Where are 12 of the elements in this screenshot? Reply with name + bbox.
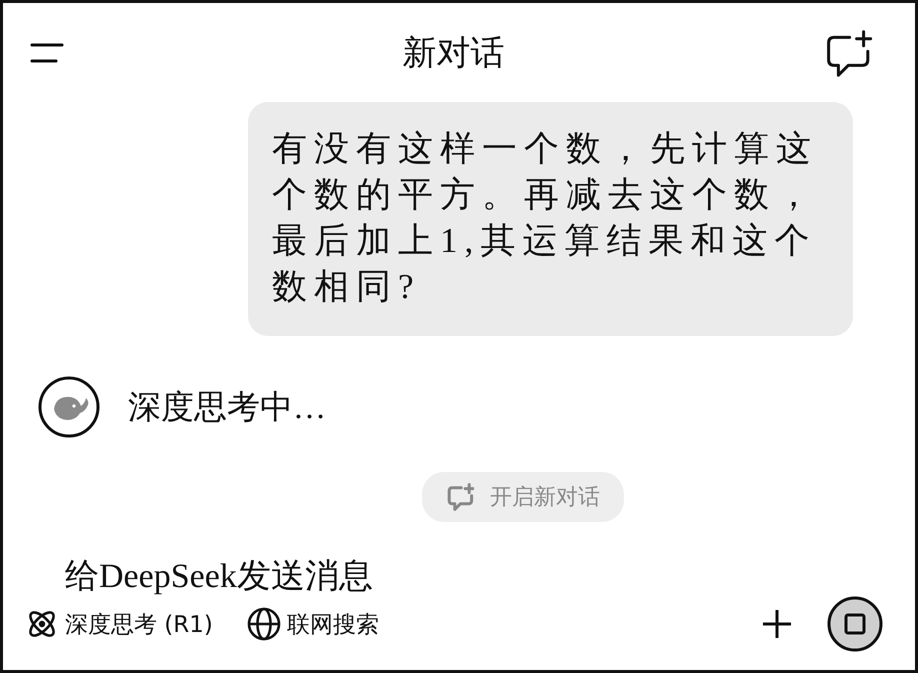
window-title: 新对话	[402, 34, 504, 74]
whale-avatar-icon	[38, 376, 100, 438]
web-search-button[interactable]: 联网搜索	[246, 607, 379, 641]
assistant-status: 深度思考中…	[128, 388, 326, 428]
stop-button[interactable]	[827, 596, 883, 652]
deep-think-button[interactable]: 深度思考 (R1)	[25, 607, 213, 641]
user-message: 有没有这样一个数，先计算这个数的平方。再减去这个数，最后加上1,其运算结果和这个数相同?	[248, 102, 853, 336]
menu-icon[interactable]	[30, 40, 64, 64]
plus-icon[interactable]	[761, 608, 793, 640]
globe-icon	[246, 607, 281, 641]
message-input[interactable]: 给DeepSeek发送消息	[65, 558, 765, 596]
new-chat-icon	[446, 483, 474, 511]
